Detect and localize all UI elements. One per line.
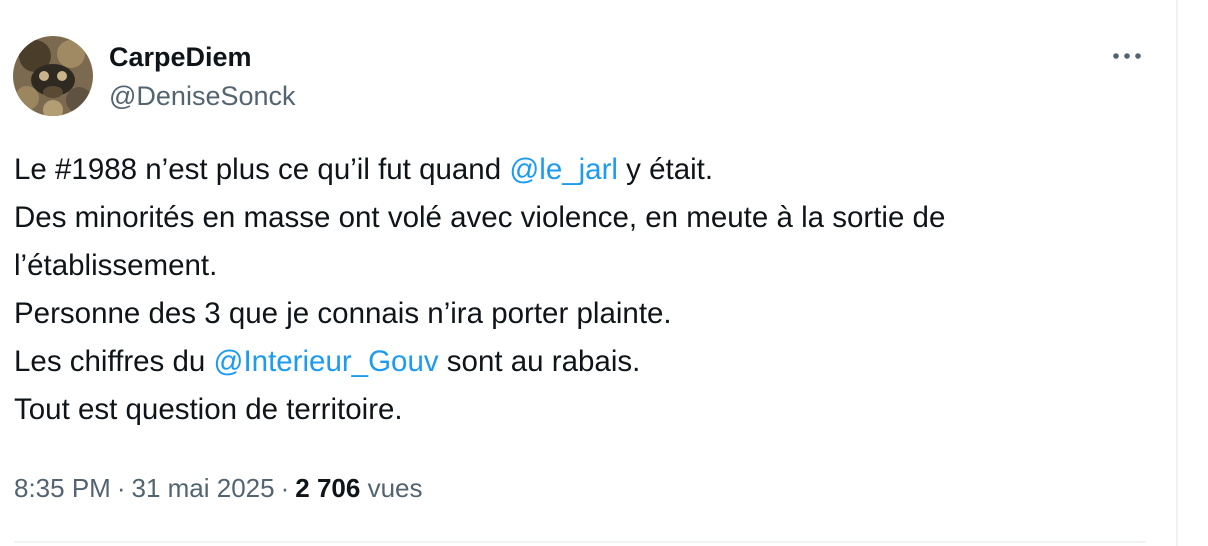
mention-link-le-jarl[interactable]: @le_jarl [509, 153, 618, 186]
tweet-metadata: 8:35 PM · 31 mai 2025 · 2 706 vues [14, 470, 423, 506]
divider [14, 541, 1146, 543]
text-segment: y était. [617, 153, 714, 186]
tweet-text-line: l’établissement. [14, 249, 218, 282]
avatar-image [13, 36, 93, 116]
tweet-text-line: Le #1988 n’est plus ce qu’il fut quand @… [14, 146, 1154, 194]
separator: · [280, 473, 290, 503]
tweet-text-line: Les chiffres du @Interieur_Gouv sont au … [14, 338, 1154, 386]
text-segment: Les chiffres du [14, 345, 214, 378]
avatar[interactable] [13, 36, 93, 116]
tweet-text-line: Personne des 3 que je connais n’ira port… [14, 297, 672, 330]
mention-link-interieur-gouv[interactable]: @Interieur_Gouv [214, 345, 439, 378]
post-time[interactable]: 8:35 PM [14, 473, 111, 503]
tweet-card: CarpeDiem @DeniseSonck Le #1988 n’est pl… [0, 0, 1176, 546]
text-segment: Le #1988 n’est plus ce qu’il fut quand [14, 153, 510, 186]
tweet-text-line: Des minorités en masse ont volé avec vio… [14, 201, 946, 234]
separator: · [116, 473, 126, 503]
text-segment: sont au rabais. [438, 345, 641, 378]
more-options-button[interactable] [1108, 42, 1146, 70]
views-label: vues [367, 473, 423, 503]
author-display-name[interactable]: CarpeDiem [109, 40, 252, 74]
tweet-text-line: Tout est question de territoire. [14, 393, 403, 426]
tweet-text: Le #1988 n’est plus ce qu’il fut quand @… [14, 146, 1154, 434]
more-horizontal-icon [1113, 53, 1141, 59]
views-count: 2 706 [295, 473, 361, 503]
post-date[interactable]: 31 mai 2025 [132, 473, 275, 503]
column-border [1176, 0, 1178, 546]
author-handle[interactable]: @DeniseSonck [109, 79, 296, 113]
